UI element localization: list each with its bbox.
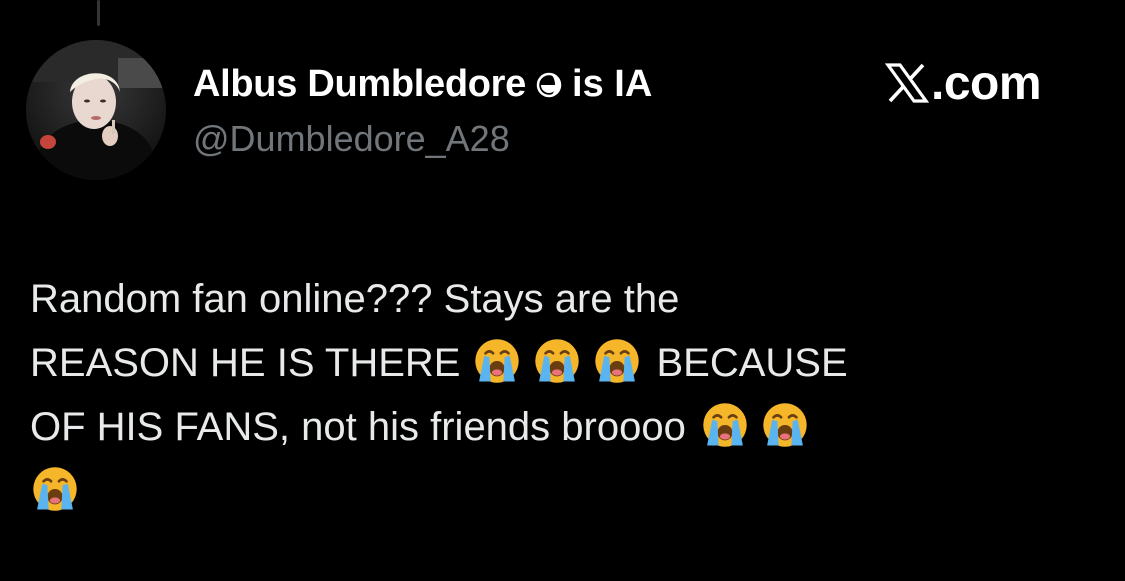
- author-name-suffix: is IA: [572, 62, 653, 105]
- loudly-crying-face-emoji: [33, 467, 77, 511]
- loudly-crying-face-emoji: [535, 339, 580, 383]
- tweet-text-segment: OF HIS FANS, not his friends broooo: [30, 405, 686, 449]
- loudly-crying-face-emoji: [595, 339, 640, 383]
- x-logo-icon: [885, 63, 929, 103]
- author-name-row[interactable]: Albus Dumbledore is IA: [193, 62, 652, 106]
- author-display-name[interactable]: Albus Dumbledore: [193, 63, 526, 106]
- tweet-line-1: Random fan online??? Stays are the: [30, 277, 680, 321]
- moon-icon: [536, 72, 562, 98]
- site-domain: .com: [931, 56, 1042, 110]
- author-handle[interactable]: @Dumbledore_A28: [193, 118, 510, 160]
- profile-photo: [26, 40, 166, 180]
- tweet-line-2: REASON HE IS THERE BECAUSE: [30, 331, 1090, 395]
- tweet-text-segment: REASON HE IS THERE: [30, 341, 461, 385]
- tweet-line-4: [30, 459, 1090, 523]
- loudly-crying-face-emoji: [763, 403, 807, 447]
- avatar[interactable]: [26, 40, 166, 180]
- site-logo: .com: [885, 56, 1042, 110]
- loudly-crying-face-emoji: [703, 403, 747, 447]
- tweet-line-3: OF HIS FANS, not his friends broooo: [30, 395, 1090, 459]
- tweet-text-segment: BECAUSE: [656, 341, 848, 385]
- tweet-body: Random fan online??? Stays are the REASO…: [30, 267, 1090, 523]
- thread-connector-line: [97, 0, 100, 26]
- loudly-crying-face-emoji: [475, 339, 520, 383]
